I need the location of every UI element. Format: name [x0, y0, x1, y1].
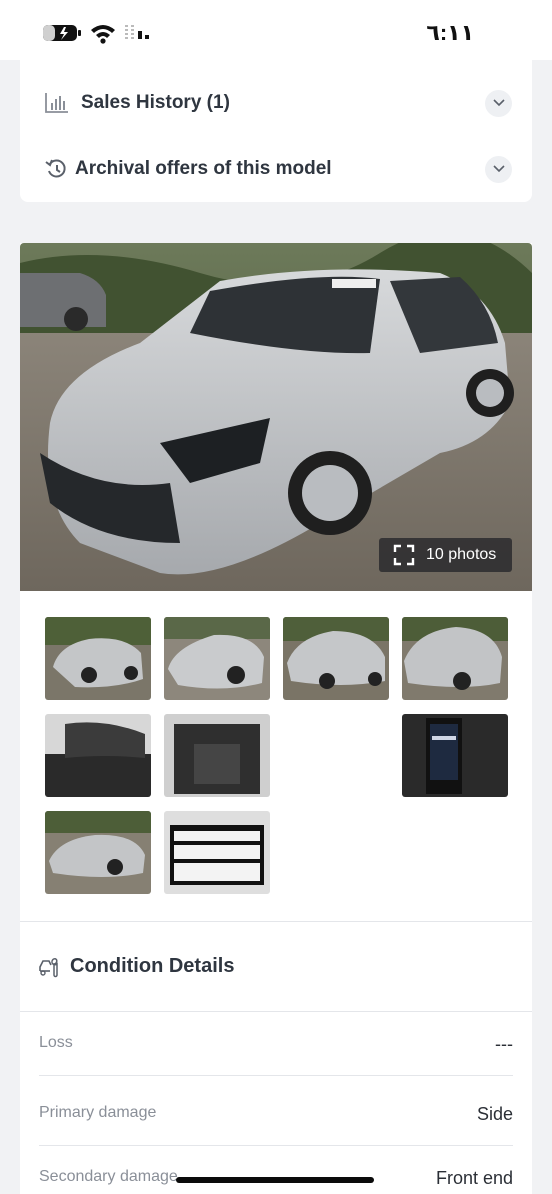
chevron-down-icon[interactable]: [485, 89, 512, 117]
status-bar: ٦:١١: [0, 0, 552, 60]
thumbnail[interactable]: [164, 811, 270, 894]
detail-row-loss: Loss ---: [39, 1012, 513, 1076]
status-icons: [42, 22, 154, 44]
sales-history-label: Sales History (1): [81, 92, 230, 113]
thumbnail[interactable]: [402, 714, 508, 797]
detail-row-secondary-damage: Secondary damage Front end: [39, 1146, 513, 1194]
page: ٦:١١ Sales History (1) Archival offers o…: [0, 0, 552, 1194]
wifi-icon: [91, 25, 115, 44]
photo-count-label: 10 photos: [426, 546, 497, 563]
detail-row-primary-damage: Primary damage Side: [39, 1082, 513, 1146]
detail-label: Loss: [39, 1034, 73, 1051]
detail-label: Secondary damage: [39, 1168, 178, 1185]
chevron-down-icon[interactable]: [485, 155, 512, 183]
archival-offers-label: Archival offers of this model: [75, 158, 332, 179]
thumbnail[interactable]: [164, 714, 270, 797]
history-accordion-card: Sales History (1) Archival offers of thi…: [20, 60, 532, 202]
thumbnail[interactable]: [164, 617, 270, 700]
thumbnail[interactable]: [45, 811, 151, 894]
status-time: ٦:١١: [426, 20, 474, 45]
cellular-signal-icon: [125, 25, 149, 39]
condition-details-card: Condition Details Loss --- Primary damag…: [20, 921, 532, 1194]
battery-icon: [43, 25, 81, 41]
condition-details-title: Condition Details: [70, 955, 235, 977]
thumbnail[interactable]: [402, 617, 508, 700]
archival-offers-toggle[interactable]: Archival offers of this model: [20, 136, 532, 202]
sales-history-toggle[interactable]: Sales History (1): [20, 70, 532, 136]
home-indicator[interactable]: [176, 1177, 374, 1183]
detail-label: Primary damage: [39, 1104, 157, 1121]
fullscreen-icon: [393, 544, 415, 566]
bar-chart-icon: [45, 93, 68, 113]
detail-value: ---: [495, 1034, 513, 1054]
car-wrench-icon: [39, 958, 58, 978]
detail-value: Side: [476, 1104, 513, 1124]
thumbnail[interactable]: [45, 617, 151, 700]
thumbnail[interactable]: [45, 714, 151, 797]
history-icon: [45, 159, 66, 178]
photo-gallery-card: 10 photos: [20, 243, 532, 921]
thumbnail[interactable]: [283, 617, 389, 700]
photo-count-button[interactable]: 10 photos: [379, 538, 512, 572]
condition-details-header: Condition Details: [20, 922, 532, 1012]
detail-value: Front end: [435, 1168, 513, 1188]
